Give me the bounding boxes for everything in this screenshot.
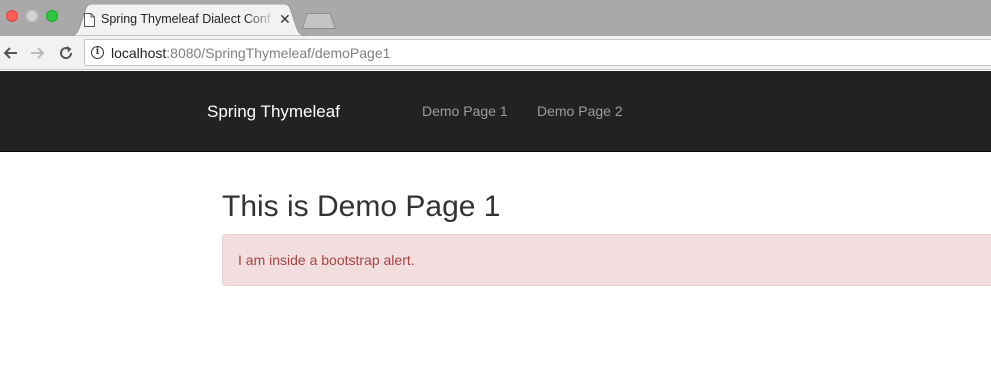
tab-close-icon[interactable]: ✕ [279, 12, 291, 26]
browser-tab-active[interactable]: Spring Thymeleaf Dialect Conf ✕ [68, 4, 308, 36]
page-icon [84, 13, 95, 27]
site-navbar: Spring Thymeleaf Demo Page 1 Demo Page 2 [0, 71, 991, 152]
danger-alert: I am inside a bootstrap alert. [222, 234, 991, 286]
page-heading: This is Demo Page 1 [222, 190, 501, 223]
minimize-window-button[interactable] [26, 10, 38, 22]
url-text[interactable]: localhost:8080/SpringThymeleaf/demoPage1 [111, 45, 390, 61]
browser-toolbar: i localhost:8080/SpringThymeleaf/demoPag… [0, 36, 991, 70]
url-path: :8080/SpringThymeleaf/demoPage1 [166, 45, 391, 61]
nav-link-demo-page-1[interactable]: Demo Page 1 [422, 103, 508, 119]
arrow-left-icon[interactable] [2, 44, 20, 62]
url-host: localhost [111, 45, 167, 61]
new-tab-icon[interactable] [302, 13, 336, 29]
arrow-right-icon[interactable] [28, 44, 46, 62]
window-controls [6, 10, 58, 22]
reload-icon[interactable] [57, 44, 75, 62]
address-bar[interactable]: i localhost:8080/SpringThymeleaf/demoPag… [84, 39, 991, 66]
maximize-window-button[interactable] [46, 10, 58, 22]
tab-title: Spring Thymeleaf Dialect Conf [101, 12, 276, 26]
nav-link-demo-page-2[interactable]: Demo Page 2 [537, 103, 623, 119]
alert-text: I am inside a bootstrap alert. [238, 252, 415, 268]
close-window-button[interactable] [6, 10, 18, 22]
info-icon[interactable]: i [91, 46, 104, 59]
navbar-brand[interactable]: Spring Thymeleaf [207, 102, 340, 122]
browser-tab-strip: Spring Thymeleaf Dialect Conf ✕ [0, 0, 991, 36]
